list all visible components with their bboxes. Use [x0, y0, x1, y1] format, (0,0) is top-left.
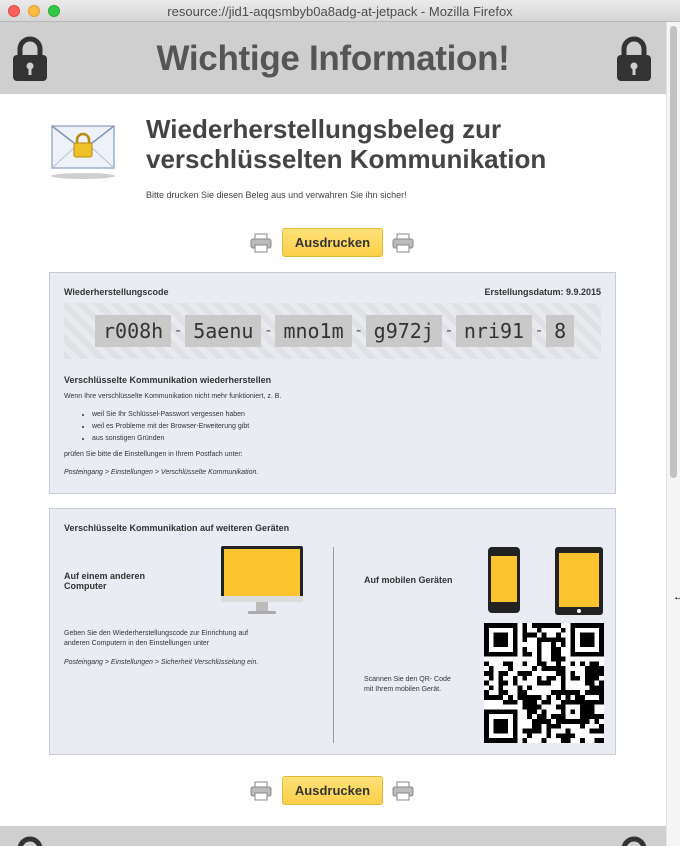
check-settings-text: prüfen Sie bitte die Einstellungen in Ih…: [64, 451, 243, 458]
creation-date: Erstellungsdatum: 9.9.2015: [484, 287, 601, 297]
receipt-title-line2: verschlüsselten Kommunikation: [146, 144, 547, 174]
desktop-computer-icon: [221, 546, 303, 614]
qr-instructions-line2: mit Ihrem mobilen Gerät.: [364, 686, 442, 693]
vertical-scrollbar[interactable]: [666, 22, 680, 846]
lock-icon: [617, 36, 651, 81]
devices-heading: Verschlüsselte Kommunikation auf weitere…: [64, 523, 290, 533]
computer-settings-path: Posteingang > Einstellungen > Sicherheit…: [64, 659, 259, 666]
page-viewport: Wichtige Information! Wiederherstellungs…: [0, 22, 666, 846]
computer-label-line1: Auf einem anderen: [64, 571, 146, 581]
footer-band: [0, 826, 666, 846]
lock-icon: [18, 836, 42, 846]
reason-list: weil Sie Ihr Schlüssel-Passwort vergesse…: [92, 409, 249, 445]
secure-mail-icon: [51, 125, 115, 179]
header-band: Wichtige Information!: [0, 22, 666, 94]
smartphone-icon: [488, 547, 520, 613]
restore-heading: Verschlüsselte Kommunikation wiederherst…: [64, 375, 272, 385]
list-item: weil Sie Ihr Schlüssel-Passwort vergesse…: [92, 409, 249, 421]
scrollbar-thumb[interactable]: [670, 26, 677, 478]
code-segment: 8: [546, 315, 575, 347]
printer-icon[interactable]: [392, 233, 414, 253]
print-instruction: Bitte drucken Sie diesen Beleg aus und v…: [146, 190, 407, 200]
computer-instructions: Geben Sie den Wiederherstellungscode zur…: [64, 629, 248, 649]
qr-instructions-line1: Scannen Sie den QR- Code: [364, 676, 451, 683]
computer-instructions-line1: Geben Sie den Wiederherstellungscode zur…: [64, 630, 249, 637]
print-button[interactable]: Ausdrucken: [282, 776, 383, 805]
computer-label: Auf einem anderen Computer: [64, 571, 145, 591]
resize-cursor-icon: ↔: [673, 591, 680, 603]
window-title: resource://jid1-aqqsmbyb0a8adg-at-jetpac…: [167, 4, 513, 19]
list-item: aus sonstigen Gründen: [92, 433, 249, 445]
print-row-top: Ausdrucken: [0, 228, 666, 258]
tablet-icon: [555, 547, 603, 615]
settings-path: Posteingang > Einstellungen > Verschlüss…: [64, 469, 259, 476]
code-separator: -: [446, 322, 452, 339]
recovery-code-strip: r008h - 5aenu - mno1m - g972j - nri91 - …: [64, 303, 601, 359]
printer-icon[interactable]: [250, 781, 272, 801]
list-item: weil es Probleme mit der Browser-Erweite…: [92, 421, 249, 433]
code-separator: -: [355, 322, 362, 339]
recovery-code-heading: Wiederherstellungscode: [64, 287, 169, 297]
code-separator: -: [175, 322, 181, 339]
print-row-bottom: Ausdrucken: [0, 776, 666, 806]
other-devices-panel: Verschlüsselte Kommunikation auf weitere…: [49, 508, 616, 755]
restore-intro: Wenn Ihre verschlüsselte Kommunikation n…: [64, 393, 282, 400]
recovery-code-panel: Wiederherstellungscode Erstellungsdatum:…: [49, 272, 616, 494]
code-separator: -: [536, 322, 542, 339]
code-segment: g972j: [365, 315, 442, 347]
lock-icon: [622, 836, 646, 846]
window-titlebar: resource://jid1-aqqsmbyb0a8adg-at-jetpac…: [0, 0, 680, 22]
mobile-label: Auf mobilen Geräten: [364, 575, 453, 585]
computer-label-line2: Computer: [64, 581, 107, 591]
receipt-title-line1: Wiederherstellungsbeleg zur: [146, 114, 502, 144]
code-separator: -: [265, 322, 272, 339]
qr-code: [484, 623, 604, 743]
computer-instructions-line2: anderen Computern in den Einstellungen u…: [64, 640, 210, 647]
receipt-title: Wiederherstellungsbeleg zur verschlüssel…: [146, 114, 626, 174]
qr-instructions: Scannen Sie den QR- Code mit Ihrem mobil…: [364, 675, 451, 695]
recovery-code: r008h - 5aenu - mno1m - g972j - nri91 - …: [95, 315, 575, 347]
printer-icon[interactable]: [250, 233, 272, 253]
code-segment: nri91: [455, 315, 533, 347]
code-segment: mno1m: [275, 315, 352, 347]
page-title: Wichtige Information!: [156, 39, 510, 78]
printer-icon[interactable]: [392, 781, 414, 801]
code-segment: 5aenu: [185, 315, 262, 347]
column-divider: [333, 547, 334, 743]
print-button[interactable]: Ausdrucken: [282, 228, 383, 257]
code-segment: r008h: [95, 315, 172, 347]
